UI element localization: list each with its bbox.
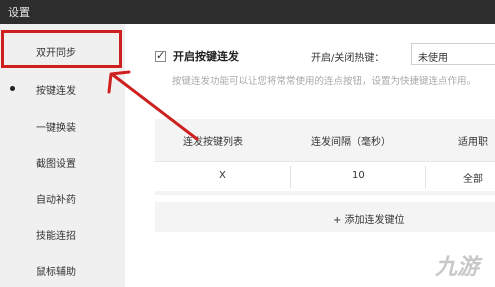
annotation-arrow <box>107 70 199 141</box>
watermark-logo: 九游 <box>435 255 480 280</box>
